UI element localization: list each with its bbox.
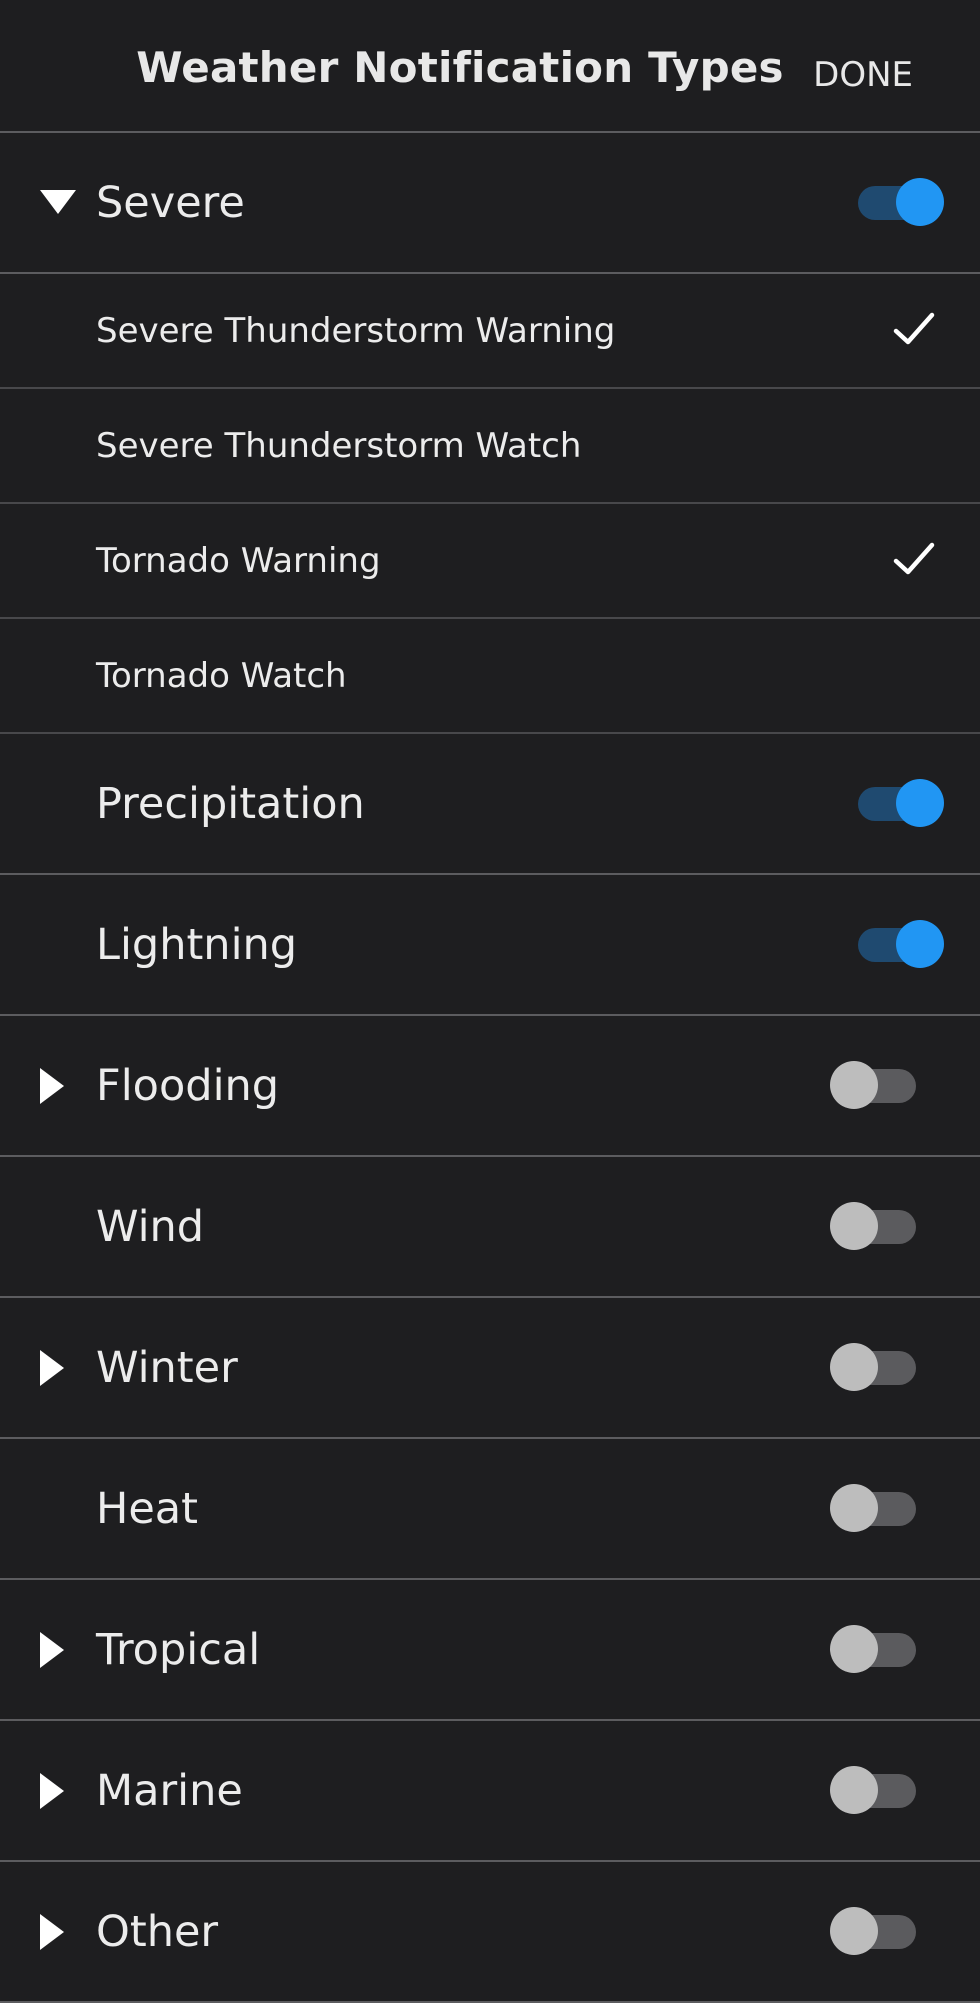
toggle-thumb: [830, 1906, 878, 1955]
category-row-flooding[interactable]: Flooding: [0, 1016, 980, 1157]
alert-row-tornado-warning[interactable]: Tornado Warning: [0, 504, 980, 619]
heat-toggle[interactable]: [830, 1483, 916, 1532]
notification-type-list: Severe Severe Thunderstorm Warning Severe …: [0, 133, 980, 2003]
category-row-severe[interactable]: Severe: [0, 133, 980, 274]
category-row-marine[interactable]: Marine: [0, 1721, 980, 1862]
caret-right-icon[interactable]: [40, 1067, 64, 1104]
category-row-wind[interactable]: Wind: [0, 1157, 980, 1298]
alert-row-severe-thunderstorm-watch[interactable]: Severe Thunderstorm Watch: [0, 389, 980, 504]
category-label: Tropical: [96, 1624, 261, 1675]
checkmark-icon: [892, 307, 936, 351]
toggle-thumb: [830, 1060, 878, 1109]
toggle-thumb: [830, 1342, 878, 1391]
category-label: Heat: [96, 1483, 198, 1534]
category-row-heat[interactable]: Heat: [0, 1439, 980, 1580]
alert-label: Severe Thunderstorm Watch: [96, 425, 582, 466]
category-label: Wind: [96, 1201, 205, 1252]
other-toggle[interactable]: [830, 1906, 916, 1955]
caret-right-icon[interactable]: [40, 1349, 64, 1386]
tropical-toggle[interactable]: [830, 1624, 916, 1673]
caret-right-icon[interactable]: [40, 1913, 64, 1950]
alert-row-severe-thunderstorm-warning[interactable]: Severe Thunderstorm Warning: [0, 274, 980, 389]
alert-row-tornado-watch[interactable]: Tornado Watch: [0, 619, 980, 734]
toggle-thumb: [830, 1765, 878, 1814]
header-bar: Weather Notification Types DONE: [0, 0, 980, 133]
category-label: Flooding: [96, 1060, 280, 1111]
caret-down-icon[interactable]: [40, 189, 76, 214]
alert-label: Tornado Watch: [96, 655, 347, 696]
category-row-lightning[interactable]: Lightning: [0, 875, 980, 1016]
toggle-thumb: [830, 1624, 878, 1673]
alert-label: Severe Thunderstorm Warning: [96, 310, 616, 351]
category-label: Other: [96, 1906, 219, 1957]
category-label: Marine: [96, 1765, 243, 1816]
severe-toggle[interactable]: [858, 177, 944, 226]
category-row-precipitation[interactable]: Precipitation: [0, 734, 980, 875]
toggle-thumb: [830, 1201, 878, 1250]
winter-toggle[interactable]: [830, 1342, 916, 1391]
toggle-thumb: [830, 1483, 878, 1532]
page-title: Weather Notification Types: [136, 43, 784, 92]
caret-right-icon[interactable]: [40, 1772, 64, 1809]
category-label: Severe: [96, 177, 245, 228]
caret-right-icon[interactable]: [40, 1631, 64, 1668]
checkmark-icon: [892, 537, 936, 581]
category-label: Precipitation: [96, 778, 365, 829]
flooding-toggle[interactable]: [830, 1060, 916, 1109]
category-label: Lightning: [96, 919, 298, 970]
category-row-other[interactable]: Other: [0, 1862, 980, 2003]
category-label: Winter: [96, 1342, 238, 1393]
toggle-thumb: [896, 778, 944, 827]
alert-label: Tornado Warning: [96, 540, 381, 581]
marine-toggle[interactable]: [830, 1765, 916, 1814]
category-row-winter[interactable]: Winter: [0, 1298, 980, 1439]
toggle-thumb: [896, 177, 944, 226]
toggle-thumb: [896, 919, 944, 968]
precipitation-toggle[interactable]: [858, 778, 944, 827]
wind-toggle[interactable]: [830, 1201, 916, 1250]
lightning-toggle[interactable]: [858, 919, 944, 968]
done-button[interactable]: DONE: [813, 55, 913, 95]
category-row-tropical[interactable]: Tropical: [0, 1580, 980, 1721]
